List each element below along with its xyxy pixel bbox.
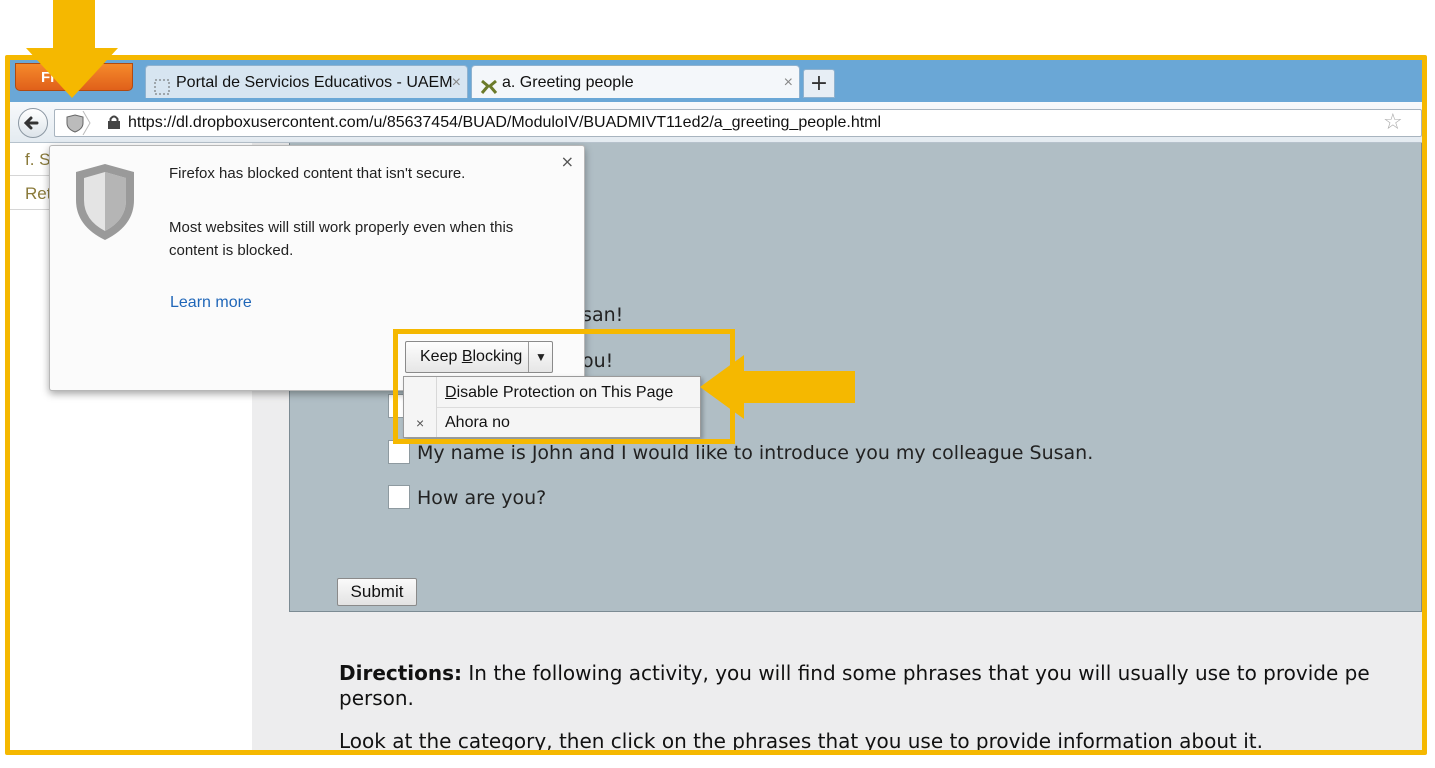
tab-title: a. Greeting people xyxy=(502,74,634,91)
tab-close-icon[interactable]: × xyxy=(452,66,461,99)
tab-portal[interactable]: Portal de Servicios Educativos - UAEM × xyxy=(145,65,468,98)
new-tab-button[interactable]: + xyxy=(803,69,835,98)
annotation-arrow-left-icon xyxy=(700,355,855,419)
directions-text: Directions: In the following activity, y… xyxy=(339,661,1370,710)
tab-greeting-people[interactable]: a. Greeting people × xyxy=(471,65,800,98)
bookmark-star-icon[interactable]: ☆ xyxy=(1383,112,1403,134)
shield-identity-icon[interactable] xyxy=(58,110,92,136)
shield-icon xyxy=(70,160,134,244)
nav-bar: https://dl.dropboxusercontent.com/u/8563… xyxy=(10,102,1422,143)
tab-close-icon[interactable]: × xyxy=(784,66,793,99)
back-arrow-icon xyxy=(23,116,39,130)
url-text[interactable]: https://dl.dropboxusercontent.com/u/8563… xyxy=(128,111,881,135)
lock-icon xyxy=(106,114,122,130)
tab-bar: Fi Portal de Servicios Educativos - UAEM… xyxy=(10,60,1422,102)
phrase-checkbox[interactable] xyxy=(388,485,410,509)
tab-title: Portal de Servicios Educativos - UAEM xyxy=(176,74,453,91)
annotation-arrow-down-icon xyxy=(26,0,118,98)
dotted-page-icon xyxy=(154,74,170,95)
puzzle-favicon-icon xyxy=(480,74,498,94)
popup-message: Firefox has blocked content that isn't s… xyxy=(169,165,466,182)
popup-close-icon[interactable]: × xyxy=(561,152,574,171)
popup-detail-line: Most websites will still work properly e… xyxy=(169,219,514,236)
back-button[interactable] xyxy=(18,108,48,138)
submit-button[interactable]: Submit xyxy=(337,578,417,606)
instructions-text: Look at the category, then click on the … xyxy=(339,729,1263,753)
annotation-highlight-box xyxy=(393,329,735,444)
popup-detail-line: content is blocked. xyxy=(169,242,294,259)
learn-more-link[interactable]: Learn more xyxy=(170,294,252,312)
